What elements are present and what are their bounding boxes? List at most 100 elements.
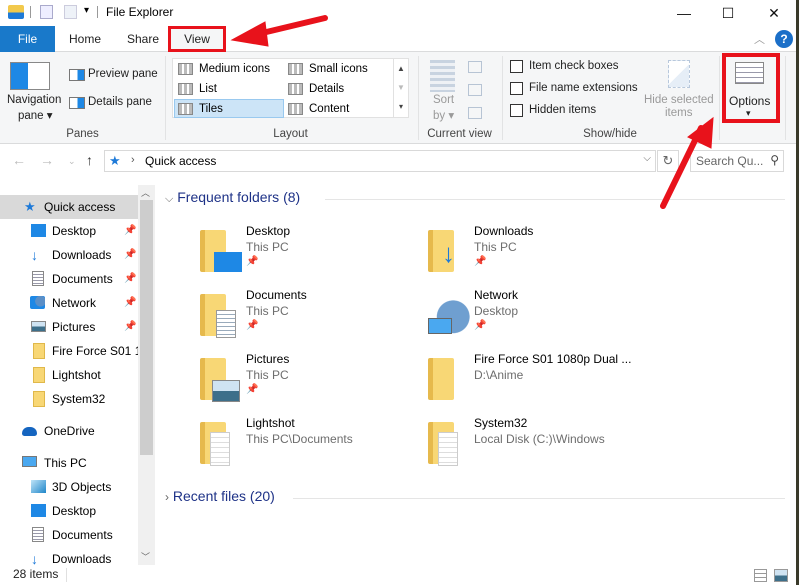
layout-medium-icons[interactable]: Medium icons (175, 60, 285, 79)
sort-by-dropdown[interactable]: by ▾ (433, 108, 454, 122)
breadcrumb-chevron-icon[interactable]: › (131, 154, 135, 166)
nav-item-3d-objects[interactable]: 3D Objects (0, 475, 138, 499)
scroll-up-icon[interactable]: ︿ (141, 186, 150, 199)
collapse-ribbon-icon[interactable]: ︿ (754, 31, 765, 47)
address-dropdown-icon[interactable]: ⌵ (643, 153, 651, 164)
size-columns-icon[interactable] (468, 107, 482, 119)
details-view-icon[interactable] (754, 569, 767, 582)
tab-view[interactable]: View (168, 26, 226, 52)
maximize-button[interactable]: ☐ (705, 0, 751, 26)
network-icon (30, 296, 45, 309)
star-icon: ★ (24, 199, 36, 214)
pin-icon[interactable]: 📌 (246, 320, 258, 331)
download-icon: ↓ (31, 551, 38, 565)
layout-tiles[interactable]: Tiles (174, 99, 284, 118)
tab-share[interactable]: Share (118, 26, 168, 52)
nav-item-downloads[interactable]: ↓ Downloads 📌 (0, 243, 138, 267)
properties-icon[interactable] (40, 5, 53, 19)
navigation-pane-icon[interactable] (10, 62, 50, 90)
sort-by-icon (430, 60, 455, 92)
pin-icon[interactable]: 📌 (246, 384, 258, 395)
layout-content[interactable]: Content (285, 100, 395, 119)
navigation-pane-button[interactable]: Navigation (7, 94, 61, 106)
folder-tile[interactable]: ↓ Downloads This PC 📌 (428, 224, 658, 284)
forward-button[interactable]: → (40, 152, 54, 168)
nav-item-desktop-pc[interactable]: Desktop (0, 499, 138, 523)
folder-tile[interactable]: Desktop This PC 📌 (200, 224, 430, 284)
new-folder-icon[interactable] (64, 5, 77, 19)
pin-icon[interactable]: 📌 (124, 315, 136, 339)
hidden-items-checkbox[interactable] (510, 104, 523, 117)
refresh-button[interactable]: ↻ (657, 150, 679, 172)
item-check-boxes-checkbox[interactable] (510, 60, 523, 73)
content-icon (288, 103, 303, 115)
preview-pane-button[interactable]: Preview pane (88, 68, 158, 80)
help-icon[interactable]: ? (775, 30, 793, 48)
large-icons-view-icon[interactable] (774, 569, 788, 582)
file-name-extensions-checkbox[interactable] (510, 82, 523, 95)
pin-icon[interactable]: 📌 (124, 219, 136, 243)
pin-icon[interactable]: 📌 (474, 256, 486, 267)
customize-quick-access-icon[interactable]: ▾ (84, 5, 89, 16)
tab-home[interactable]: Home (60, 26, 110, 52)
search-input[interactable]: Search Qu... ⚲ (690, 150, 784, 172)
scroll-down-icon[interactable]: ﹀ (141, 550, 150, 563)
folder-name: Desktop (246, 224, 291, 238)
layout-details[interactable]: Details (285, 80, 395, 99)
nav-item-quick-access[interactable]: ★ Quick access (0, 195, 138, 219)
folder-name: Lightshot (246, 416, 295, 430)
nav-item-network[interactable]: Network 📌 (0, 291, 138, 315)
hide-selected-items-button[interactable]: Hide selected (644, 94, 714, 106)
layout-small-icons[interactable]: Small icons (285, 60, 395, 79)
up-button[interactable]: ↑ (86, 152, 93, 168)
nav-item-fire-force[interactable]: Fire Force S01 10 (0, 339, 148, 363)
document-icon (32, 527, 44, 542)
nav-item-system32[interactable]: System32 (0, 387, 138, 411)
pin-icon[interactable]: 📌 (124, 267, 136, 291)
pin-icon[interactable]: 📌 (124, 243, 136, 267)
nav-item-this-pc[interactable]: This PC (0, 451, 138, 475)
recent-files-title: Recent files (20) (172, 488, 275, 504)
folder-tile[interactable]: Documents This PC 📌 (200, 288, 430, 348)
navigation-pane-scrollbar[interactable]: ︿ ﹀ (138, 185, 155, 565)
tab-file[interactable]: File (0, 26, 55, 52)
navigation-pane-dropdown[interactable]: pane ▾ (18, 108, 53, 122)
folder-tile[interactable]: Network Desktop 📌 (428, 288, 658, 348)
recent-files-header[interactable]: › Recent files (20) (165, 488, 275, 504)
layout-list[interactable]: List (175, 80, 285, 99)
folder-tile[interactable]: Lightshot This PC\Documents (200, 416, 430, 476)
pictures-icon (31, 321, 46, 332)
pin-icon[interactable]: 📌 (474, 320, 486, 331)
nav-item-downloads-pc[interactable]: ↓ Downloads (0, 547, 138, 565)
back-button[interactable]: ← (12, 152, 26, 168)
folder-tile[interactable]: Fire Force S01 1080p Dual ... D:\Anime (428, 352, 658, 412)
minimize-button[interactable]: — (661, 0, 707, 26)
sort-by-button[interactable]: Sort (433, 94, 454, 106)
folder-icon (200, 230, 242, 272)
frequent-folders-header[interactable]: ⌵ Frequent folders (8) (165, 189, 300, 206)
nav-item-documents[interactable]: Documents 📌 (0, 267, 138, 291)
nav-item-documents-pc[interactable]: Documents (0, 523, 138, 547)
nav-item-onedrive[interactable]: OneDrive (0, 419, 138, 443)
group-by-icon[interactable] (468, 61, 482, 73)
layout-scroll[interactable]: ▲ ▼ ▾ (393, 59, 408, 117)
nav-item-label: System32 (52, 392, 106, 406)
add-columns-icon[interactable] (468, 84, 482, 96)
pin-icon[interactable]: 📌 (124, 291, 136, 315)
nav-item-lightshot[interactable]: Lightshot (0, 363, 138, 387)
layout-item-label: Small icons (309, 63, 368, 75)
close-button[interactable]: ✕ (751, 0, 797, 26)
small-icons-icon (288, 63, 303, 75)
folder-name: System32 (474, 416, 528, 430)
folder-tile[interactable]: System32 Local Disk (C:)\Windows (428, 416, 658, 476)
nav-item-pictures[interactable]: Pictures 📌 (0, 315, 138, 339)
nav-item-desktop[interactable]: Desktop 📌 (0, 219, 138, 243)
breadcrumb-quick-access[interactable]: Quick access (145, 154, 216, 168)
address-bar[interactable]: ★ › Quick access ⌵ (104, 150, 656, 172)
hidden-items-label: Hidden items (529, 104, 597, 116)
pin-icon[interactable]: 📌 (246, 256, 258, 267)
scrollbar-thumb[interactable] (140, 200, 153, 455)
recent-locations-button[interactable]: ⌄ (68, 156, 76, 167)
details-pane-button[interactable]: Details pane (88, 96, 152, 108)
folder-tile[interactable]: Pictures This PC 📌 (200, 352, 430, 412)
